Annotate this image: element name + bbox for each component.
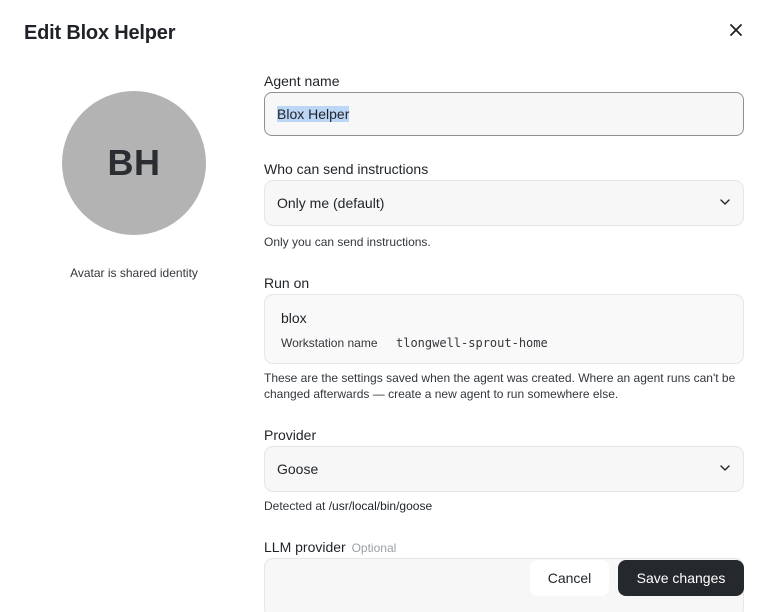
close-icon [729, 23, 743, 42]
avatar-initials: BH [107, 142, 161, 183]
avatar-caption: Avatar is shared identity [70, 266, 198, 280]
run-on-name: blox [281, 310, 307, 326]
save-changes-button[interactable]: Save changes [618, 560, 744, 596]
agent-name-value: Blox Helper [277, 106, 350, 122]
llm-provider-label-text: LLM provider [264, 539, 346, 555]
instructions-help: Only you can send instructions. [264, 235, 431, 249]
run-on-label: Run on [264, 275, 310, 291]
llm-provider-label: LLM provider Optional [264, 539, 396, 555]
chevron-down-icon [719, 195, 731, 211]
provider-help: Detected at /usr/local/bin/goose [264, 498, 744, 514]
agent-name-input[interactable]: Blox Helper [264, 92, 744, 136]
workstation-label: Workstation name [281, 336, 378, 350]
run-on-card: blox Workstation name tlongwell-sprout-h… [264, 294, 744, 364]
cancel-button[interactable]: Cancel [530, 560, 609, 596]
instructions-select[interactable]: Only me (default) [264, 180, 744, 226]
dialog-title: Edit Blox Helper [24, 22, 176, 44]
run-on-help: These are the settings saved when the ag… [264, 371, 736, 401]
provider-help-prefix: Detected at [264, 499, 329, 513]
edit-agent-dialog: Edit Blox Helper BH Avatar is shared ide… [0, 0, 768, 612]
agent-name-label: Agent name [264, 73, 340, 89]
provider-path: /usr/local/bin/goose [328, 499, 433, 513]
close-button[interactable] [724, 20, 748, 44]
instructions-selected: Only me (default) [277, 195, 385, 211]
avatar: BH [62, 91, 206, 235]
instructions-label: Who can send instructions [264, 161, 429, 177]
provider-label: Provider [264, 427, 317, 443]
optional-tag: Optional [351, 541, 397, 555]
chevron-down-icon [719, 461, 731, 477]
provider-selected: Goose [277, 461, 319, 477]
workstation-value: tlongwell-sprout-home [396, 336, 548, 350]
provider-select[interactable]: Goose [264, 446, 744, 492]
